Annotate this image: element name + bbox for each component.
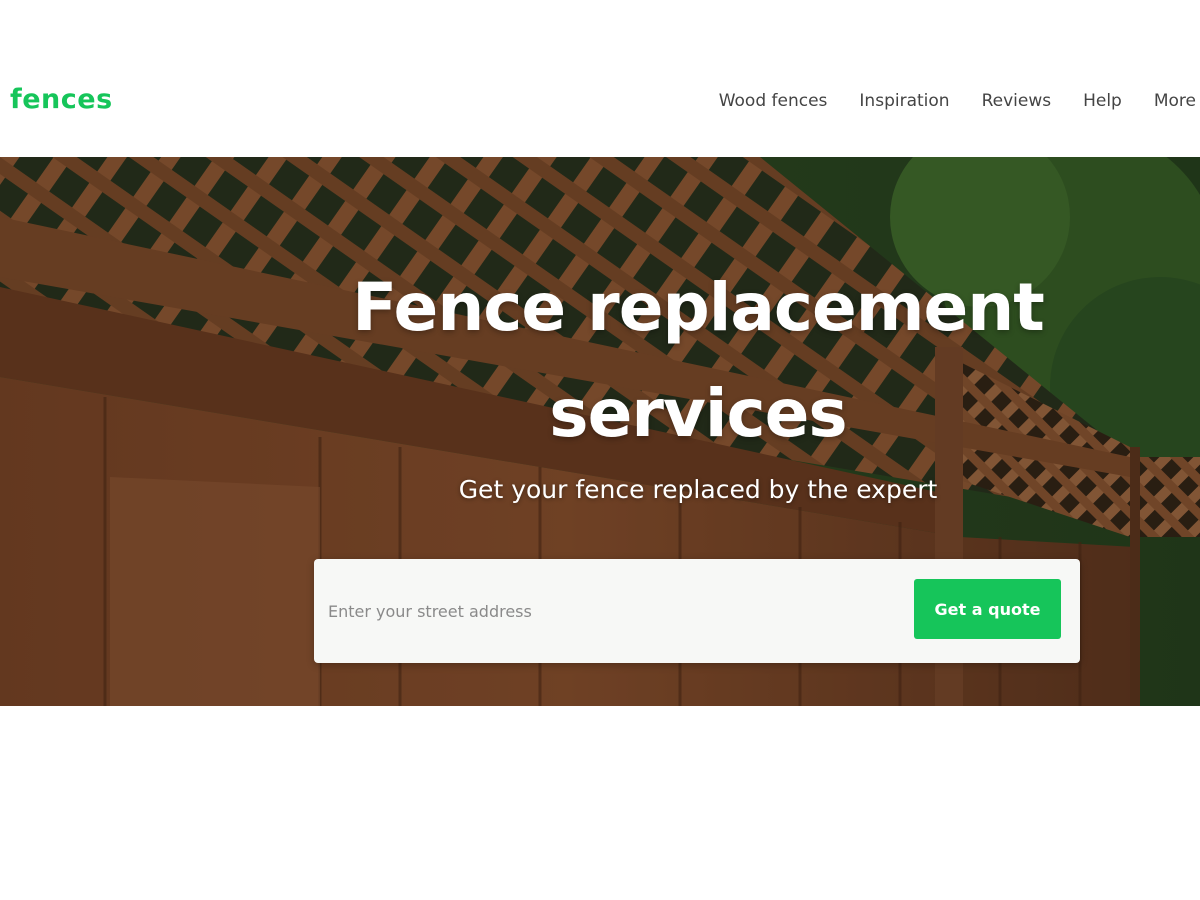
hero-subtitle: Get your fence replaced by the expert xyxy=(458,475,938,504)
hero-section: Fence replacement services Get your fenc… xyxy=(0,157,1200,706)
nav-item-more[interactable]: More xyxy=(1154,91,1196,111)
nav-item-wood-fences[interactable]: Wood fences xyxy=(719,91,828,111)
hero-title-line2: services xyxy=(549,374,847,452)
hero-title-line1: Fence replacement xyxy=(352,269,1045,346)
main-nav: Wood fences Inspiration Reviews Help Mor… xyxy=(719,91,1196,111)
brand-logo[interactable]: fences xyxy=(10,84,113,115)
site-header: fences Wood fences Inspiration Reviews H… xyxy=(0,0,1200,157)
nav-item-inspiration[interactable]: Inspiration xyxy=(859,91,949,111)
hero-title: Fence replacement services xyxy=(300,255,1096,466)
nav-item-help[interactable]: Help xyxy=(1083,91,1122,111)
nav-item-reviews[interactable]: Reviews xyxy=(982,91,1052,111)
address-input[interactable] xyxy=(328,591,888,631)
get-quote-button[interactable]: Get a quote xyxy=(914,579,1061,639)
address-search-box: Get a quote xyxy=(314,559,1080,663)
